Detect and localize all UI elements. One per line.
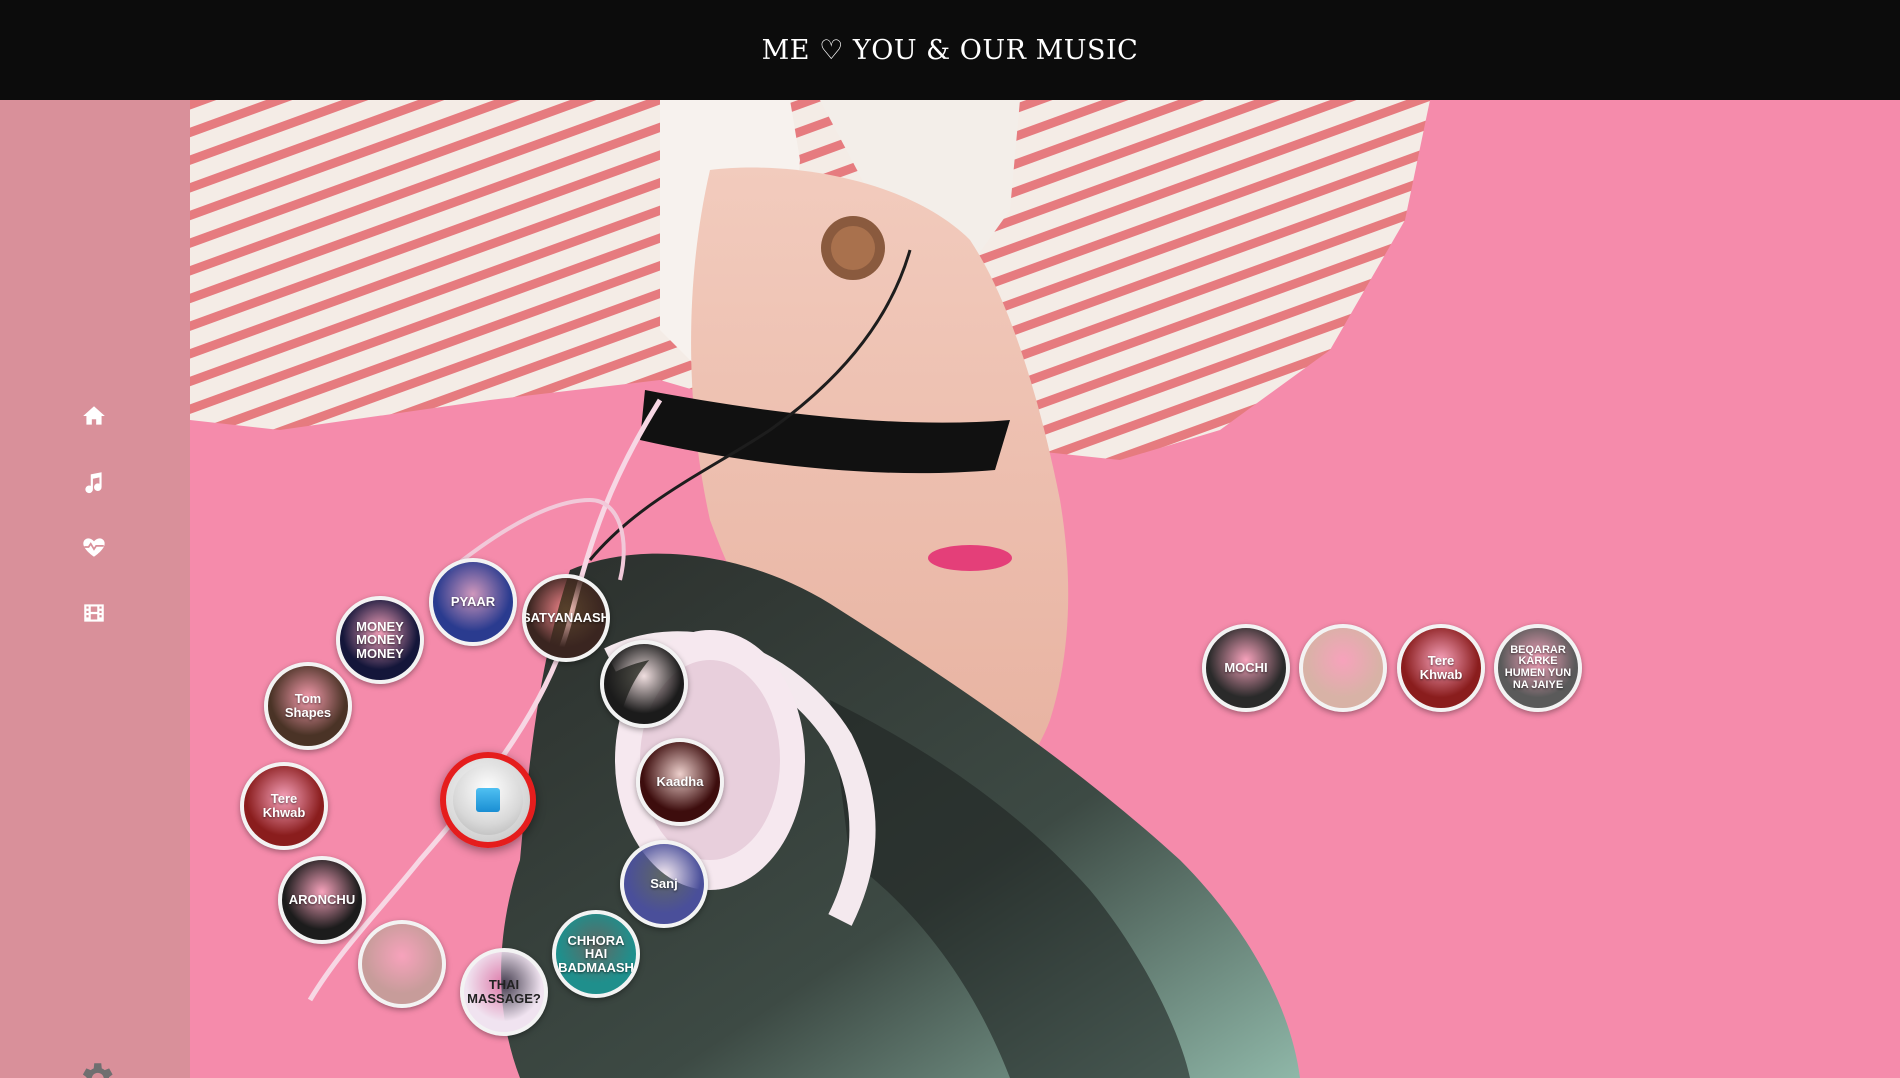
song-disc[interactable]: CHHORA HAI BADMAASH: [552, 910, 640, 998]
stop-button[interactable]: [440, 752, 536, 848]
page-title: ME ♡ YOU & OUR MUSIC: [761, 34, 1139, 66]
sidebar: [0, 100, 190, 1078]
song-disc[interactable]: THAI MASSAGE?: [460, 948, 548, 1036]
gear-icon[interactable]: [74, 1057, 118, 1078]
song-disc[interactable]: [600, 640, 688, 728]
song-disc[interactable]: Tom Shapes: [264, 662, 352, 750]
song-disc[interactable]: PYAAR: [429, 558, 517, 646]
app-root: ME ♡ YOU & OUR MUSIC PYAAR MONEY MONEY M…: [0, 0, 1900, 1078]
song-disc[interactable]: SATYANAASH: [522, 574, 610, 662]
queue-disc[interactable]: Tere Khwab: [1397, 624, 1485, 712]
stop-icon: [476, 788, 500, 812]
song-disc[interactable]: Tere Khwab: [240, 762, 328, 850]
music-note-icon[interactable]: [78, 466, 110, 498]
song-disc[interactable]: MONEY MONEY MONEY: [336, 596, 424, 684]
queue-disc[interactable]: [1299, 624, 1387, 712]
player-button-face: [453, 765, 523, 835]
home-icon[interactable]: [78, 400, 110, 432]
heart-pulse-icon[interactable]: [78, 531, 110, 563]
song-disc[interactable]: ARONCHU: [278, 856, 366, 944]
song-disc[interactable]: [358, 920, 446, 1008]
film-icon[interactable]: [78, 597, 110, 629]
song-disc[interactable]: Kaadha: [636, 738, 724, 826]
queue-disc[interactable]: BEQARAR KARKE HUMEN YUN NA JAIYE: [1494, 624, 1582, 712]
header-bar: ME ♡ YOU & OUR MUSIC: [0, 0, 1900, 100]
queue-disc[interactable]: MOCHI: [1202, 624, 1290, 712]
song-disc[interactable]: Sanj: [620, 840, 708, 928]
